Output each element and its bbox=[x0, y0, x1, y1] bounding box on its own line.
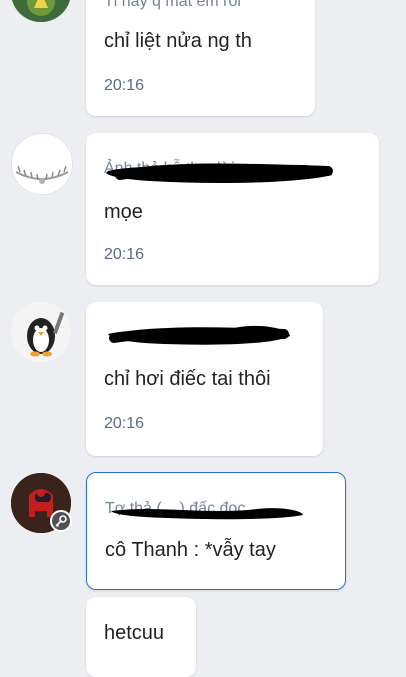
message-time: 20:16 bbox=[104, 415, 145, 432]
message-bubble-selected[interactable]: Tợ thả (... ) đấc đọc cô Thanh : *vẫy ta… bbox=[86, 472, 346, 590]
message-bubble[interactable]: chỉ hơi điếc tai thôi 20:16 bbox=[86, 302, 323, 456]
avatar-antler-icon[interactable] bbox=[11, 133, 73, 195]
sender-name[interactable]: Tợ thả (... ) đấc đọc bbox=[105, 500, 245, 518]
key-badge-icon bbox=[50, 510, 72, 532]
message-text: chỉ hơi điếc tai thôi bbox=[104, 368, 271, 390]
redaction-scribble bbox=[108, 325, 290, 345]
message-time: 20:16 bbox=[104, 77, 145, 94]
avatar-leaf-icon[interactable] bbox=[11, 0, 71, 22]
message-text: hetcuu bbox=[104, 622, 165, 644]
message-text: mọe bbox=[104, 201, 143, 223]
message-time: 20:16 bbox=[104, 246, 145, 263]
message-bubble[interactable]: hetcuu bbox=[86, 597, 196, 677]
avatar-penguin-icon[interactable] bbox=[11, 302, 71, 362]
message-text: chỉ liệt nửa ng th bbox=[104, 30, 252, 52]
sender-name[interactable]: Tỉ hãy q mất em rồi bbox=[104, 0, 241, 11]
message-bubble[interactable]: Ảnh thả hỗ th... lời mọe 20:16 bbox=[86, 133, 379, 285]
message-bubble[interactable]: Tỉ hãy q mất em rồi chỉ liệt nửa ng th 2… bbox=[86, 0, 315, 116]
sender-name[interactable]: Ảnh thả hỗ th... lời bbox=[104, 160, 235, 178]
message-text: cô Thanh : *vẫy tay bbox=[105, 539, 276, 561]
